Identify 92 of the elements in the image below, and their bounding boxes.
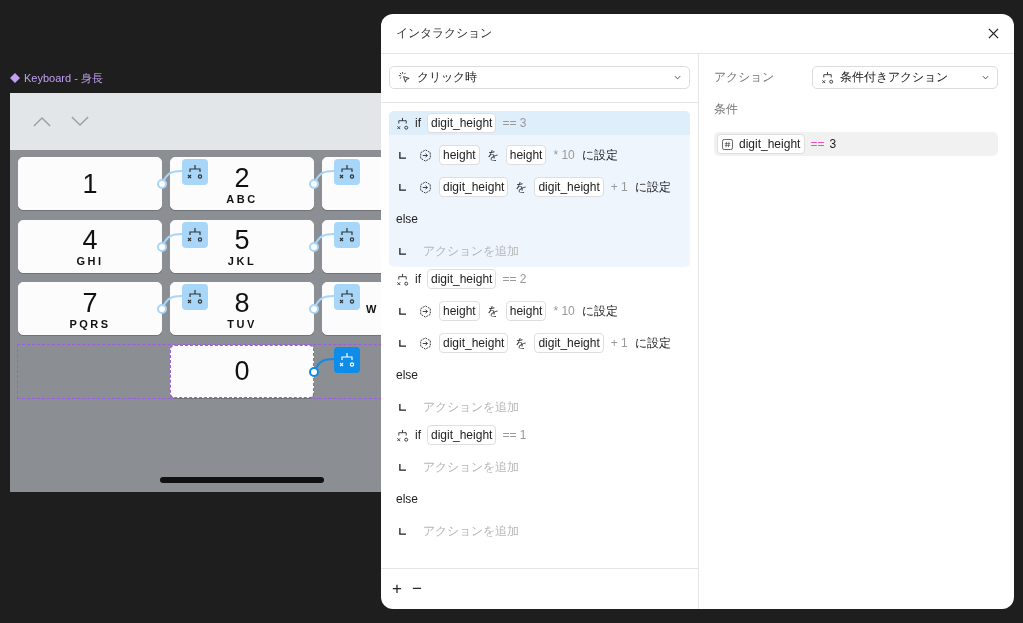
comparison: == 1 [502, 428, 527, 442]
expression: * 10 [553, 148, 575, 162]
variable-chip[interactable]: digit_height [439, 177, 509, 197]
keypad-key[interactable]: 2 ABC [170, 157, 314, 210]
flow-badge-icon[interactable] [182, 284, 208, 310]
set-variable-icon [419, 180, 432, 194]
elbow-icon [399, 463, 406, 471]
action-suffix: に設定 [581, 302, 618, 320]
variable-chip[interactable]: digit_height [439, 333, 509, 353]
if-keyword: if [415, 116, 421, 130]
comparison: == 2 [502, 272, 527, 286]
keypad-key[interactable]: 4 GHI [18, 219, 162, 273]
keypad-key[interactable]: 7 PQRS [18, 282, 162, 335]
connector-line[interactable] [309, 357, 335, 377]
action-dropdown[interactable]: 条件付きアクション [812, 66, 998, 89]
variable-chip[interactable]: height [505, 145, 547, 165]
elbow-icon [399, 339, 406, 347]
expression: * 10 [553, 304, 575, 318]
chevron-down-icon[interactable] [71, 116, 89, 127]
elbow-icon [399, 403, 406, 411]
flow-badge-icon[interactable] [334, 284, 360, 310]
condition-block[interactable]: if digit_height == 1 アクションを追加 else アクションを追加 [389, 423, 690, 547]
add-button[interactable]: + [389, 579, 405, 599]
remove-button[interactable]: − [408, 579, 425, 599]
elbow-icon [399, 307, 406, 315]
flow-badge-icon[interactable] [182, 221, 208, 248]
particle: を [515, 178, 528, 196]
variable-chip[interactable]: digit_height [534, 333, 604, 353]
flow-badge-icon[interactable] [334, 221, 360, 248]
frame-label[interactable]: Keyboard - 身長 [10, 71, 103, 85]
elbow-icon [399, 527, 406, 535]
elbow-icon [399, 247, 406, 255]
connector-line[interactable] [309, 232, 335, 252]
chevron-up-icon[interactable] [33, 116, 51, 127]
particle: を [486, 302, 499, 320]
component-icon [10, 73, 20, 83]
action-label: アクション [714, 69, 774, 86]
particle: を [515, 334, 528, 352]
condition-block[interactable]: if digit_height == 3 height を height * 10 に設定 digit_height を digit_height + 1 に設定 else アクションを追加 [389, 111, 690, 267]
expression: + 1 [610, 336, 628, 350]
variable-chip[interactable]: digit_height [717, 134, 806, 154]
connector-line[interactable] [157, 232, 183, 252]
set-variable-icon [419, 336, 432, 350]
caret-icon [674, 75, 681, 80]
connector-line[interactable] [309, 170, 335, 189]
flow-badge-icon[interactable] [334, 159, 360, 185]
frame-name: Keyboard - 身長 [24, 70, 103, 86]
particle: を [486, 146, 499, 164]
else-keyword: else [396, 368, 418, 382]
condition-label: 条件 [714, 101, 738, 118]
variable-chip[interactable]: digit_height [427, 425, 497, 445]
elbow-icon [399, 151, 406, 159]
keypad-key[interactable]: 1 [18, 157, 162, 210]
condition-value: 3 [829, 137, 837, 151]
elbow-icon [399, 183, 406, 191]
variable-chip[interactable]: digit_height [534, 177, 604, 197]
if-keyword: if [415, 428, 421, 442]
else-keyword: else [396, 492, 418, 506]
flow-badge-icon[interactable] [182, 159, 208, 185]
branch-icon [821, 71, 834, 84]
variable-chip[interactable]: height [439, 145, 480, 165]
keypad-key[interactable]: 0 [170, 344, 314, 398]
condition-block[interactable]: if digit_height == 2 height を height * 10 に設定 digit_height を digit_height + 1 に設定 else アクションを追加 [389, 267, 690, 423]
trigger-dropdown[interactable]: クリック時 [389, 66, 690, 89]
variable-chip[interactable]: digit_height [427, 113, 497, 133]
set-variable-icon [419, 148, 432, 162]
operator: == [810, 137, 825, 151]
action-suffix: に設定 [634, 178, 671, 196]
number-variable-icon [722, 138, 733, 150]
expression: + 1 [610, 180, 628, 194]
connector-line[interactable] [157, 170, 183, 189]
variable-chip[interactable]: height [505, 301, 547, 321]
branch-icon [396, 428, 409, 442]
variable-chip[interactable]: height [439, 301, 480, 321]
action-suffix: に設定 [581, 146, 618, 164]
keypad-key[interactable]: 5 JKL [170, 219, 314, 273]
keypad-key[interactable]: 8 TUV [170, 282, 314, 335]
variable-chip[interactable]: digit_height [427, 269, 497, 289]
tap-icon [398, 71, 411, 84]
else-keyword: else [396, 212, 418, 226]
comparison: == 3 [502, 116, 527, 130]
branch-icon [396, 116, 409, 130]
branch-icon [396, 272, 409, 286]
caret-icon [982, 75, 989, 80]
dialog-title: インタラクション [396, 25, 492, 42]
condition-row[interactable]: digit_height == 3 [714, 132, 998, 156]
close-icon[interactable] [988, 28, 999, 39]
if-keyword: if [415, 272, 421, 286]
set-variable-icon [419, 304, 432, 318]
connector-line[interactable] [157, 295, 183, 314]
action-suffix: に設定 [634, 334, 671, 352]
connector-line[interactable] [309, 295, 335, 314]
